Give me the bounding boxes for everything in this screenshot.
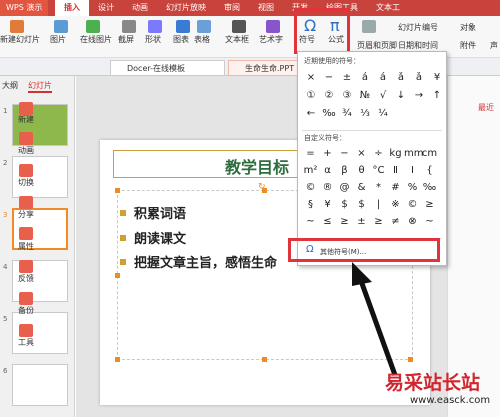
annotation-arrow	[352, 262, 398, 376]
watermark-text: 易采站长站	[385, 372, 481, 394]
watermark-url: www.easck.com	[410, 395, 491, 406]
